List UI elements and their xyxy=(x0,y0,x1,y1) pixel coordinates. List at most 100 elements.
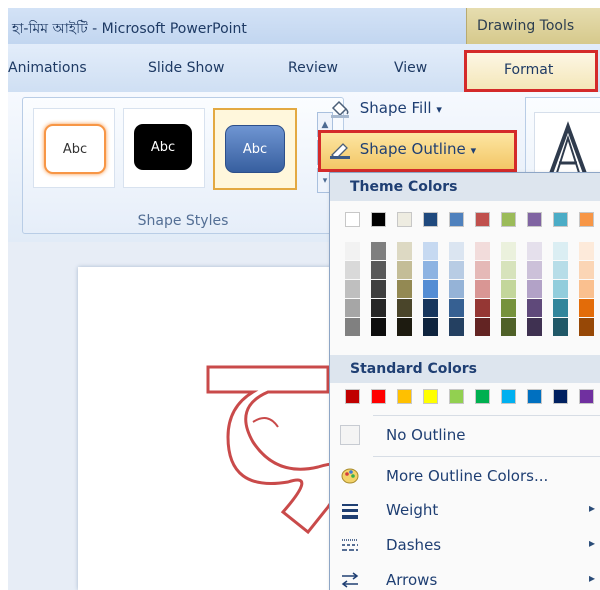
tab-format[interactable]: Format xyxy=(464,50,598,92)
shape-fill-button[interactable]: Shape Fill ▾ xyxy=(329,99,442,125)
theme-color-shade-swatch[interactable] xyxy=(449,299,464,317)
shape-fill-label: Shape Fill xyxy=(359,99,432,117)
theme-color-shade-swatch[interactable] xyxy=(345,318,360,336)
theme-color-swatch[interactable] xyxy=(371,212,386,227)
theme-color-shade-swatch[interactable] xyxy=(345,261,360,279)
standard-color-swatch[interactable] xyxy=(371,389,386,404)
theme-color-shade-swatch[interactable] xyxy=(423,299,438,317)
theme-color-shade-swatch[interactable] xyxy=(475,242,490,260)
theme-color-shade-swatch[interactable] xyxy=(371,261,386,279)
shape-outline-label: Shape Outline xyxy=(359,140,466,158)
standard-color-swatch[interactable] xyxy=(553,389,568,404)
theme-color-swatch[interactable] xyxy=(397,212,412,227)
standard-color-swatch[interactable] xyxy=(527,389,542,404)
dashes-item[interactable]: Dashes ▸ xyxy=(330,528,600,562)
shape-style-option-2[interactable]: Abc xyxy=(123,108,205,188)
shape-style-option-1[interactable]: Abc xyxy=(33,108,115,188)
shape-style-sample-1: Abc xyxy=(44,124,106,174)
standard-colors-heading: Standard Colors xyxy=(330,355,600,383)
tab-review[interactable]: Review xyxy=(288,60,338,76)
theme-color-shade-swatch[interactable] xyxy=(553,318,568,336)
shape-style-option-3[interactable]: Abc xyxy=(213,108,297,190)
theme-color-shade-swatch[interactable] xyxy=(527,299,542,317)
color-palette-icon xyxy=(341,468,359,484)
theme-color-shade-swatch[interactable] xyxy=(501,299,516,317)
theme-color-shade-swatch[interactable] xyxy=(475,261,490,279)
theme-color-swatch[interactable] xyxy=(579,212,594,227)
theme-color-shade-swatch[interactable] xyxy=(553,299,568,317)
theme-color-shade-swatch[interactable] xyxy=(449,280,464,298)
theme-color-shade-swatch[interactable] xyxy=(527,261,542,279)
theme-color-shade-swatch[interactable] xyxy=(553,242,568,260)
tab-view[interactable]: View xyxy=(394,60,427,76)
theme-color-shade-swatch[interactable] xyxy=(579,261,594,279)
weight-item[interactable]: Weight ▸ xyxy=(330,493,600,527)
theme-color-swatch[interactable] xyxy=(423,212,438,227)
theme-color-shade-swatch[interactable] xyxy=(527,318,542,336)
theme-color-shade-swatch[interactable] xyxy=(423,242,438,260)
powerpoint-window: হা-মিম আইটি - Microsoft PowerPoint Drawi… xyxy=(8,8,600,590)
theme-color-shade-swatch[interactable] xyxy=(449,318,464,336)
theme-color-shade-swatch[interactable] xyxy=(371,242,386,260)
theme-color-swatch[interactable] xyxy=(501,212,516,227)
theme-color-shade-swatch[interactable] xyxy=(345,242,360,260)
theme-color-swatch[interactable] xyxy=(527,212,542,227)
theme-color-shade-swatch[interactable] xyxy=(553,261,568,279)
theme-color-shade-swatch[interactable] xyxy=(397,242,412,260)
theme-color-shade-swatch[interactable] xyxy=(579,242,594,260)
shape-outline-menu: Theme Colors Standard Colors No Outline … xyxy=(329,172,600,590)
theme-color-shade-swatch[interactable] xyxy=(423,318,438,336)
theme-color-shade-swatch[interactable] xyxy=(579,318,594,336)
theme-color-shade-swatch[interactable] xyxy=(475,280,490,298)
theme-color-shade-swatch[interactable] xyxy=(475,299,490,317)
theme-color-shade-swatch[interactable] xyxy=(553,280,568,298)
drawing-tools-context-tab: Drawing Tools xyxy=(466,8,600,44)
theme-color-shade-swatch[interactable] xyxy=(345,280,360,298)
theme-color-swatch[interactable] xyxy=(345,212,360,227)
theme-color-shade-swatch[interactable] xyxy=(501,280,516,298)
standard-color-swatch[interactable] xyxy=(345,389,360,404)
standard-color-swatch[interactable] xyxy=(475,389,490,404)
theme-color-shade-swatch[interactable] xyxy=(449,261,464,279)
standard-color-swatch[interactable] xyxy=(449,389,464,404)
standard-color-swatch[interactable] xyxy=(579,389,594,404)
paint-bucket-icon xyxy=(331,100,349,118)
theme-color-shade-swatch[interactable] xyxy=(449,242,464,260)
theme-color-shade-swatch[interactable] xyxy=(371,299,386,317)
theme-color-swatch[interactable] xyxy=(449,212,464,227)
standard-color-swatch[interactable] xyxy=(501,389,516,404)
standard-color-swatch[interactable] xyxy=(423,389,438,404)
tab-slide-show[interactable]: Slide Show xyxy=(148,60,224,76)
theme-color-shade-swatch[interactable] xyxy=(501,242,516,260)
shape-outline-button[interactable]: Shape Outline ▾ xyxy=(318,130,517,172)
theme-color-shade-swatch[interactable] xyxy=(397,318,412,336)
arrows-item[interactable]: Arrows ▸ xyxy=(330,563,600,590)
theme-color-shade-swatch[interactable] xyxy=(397,261,412,279)
menu-separator xyxy=(373,415,600,416)
theme-color-shade-swatch[interactable] xyxy=(397,299,412,317)
theme-color-shade-swatch[interactable] xyxy=(345,299,360,317)
standard-color-swatch[interactable] xyxy=(397,389,412,404)
theme-color-shade-swatch[interactable] xyxy=(501,261,516,279)
theme-color-shade-swatch[interactable] xyxy=(423,280,438,298)
theme-color-shade-swatch[interactable] xyxy=(527,280,542,298)
theme-color-shade-swatch[interactable] xyxy=(371,280,386,298)
dash-style-icon xyxy=(342,539,358,551)
dashes-submenu-arrow-icon: ▸ xyxy=(588,536,595,550)
theme-color-shade-swatch[interactable] xyxy=(579,280,594,298)
more-outline-colors-label: More Outline Colors... xyxy=(386,467,549,485)
theme-color-shade-swatch[interactable] xyxy=(527,242,542,260)
more-outline-colors-item[interactable]: More Outline Colors... xyxy=(330,459,600,493)
theme-color-shade-swatch[interactable] xyxy=(475,318,490,336)
theme-color-shade-swatch[interactable] xyxy=(371,318,386,336)
tab-animations[interactable]: Animations xyxy=(8,60,87,76)
theme-color-swatch[interactable] xyxy=(475,212,490,227)
theme-color-shade-swatch[interactable] xyxy=(501,318,516,336)
no-outline-item[interactable]: No Outline xyxy=(330,418,600,452)
shape-style-sample-2: Abc xyxy=(134,124,192,170)
tab-format-label: Format xyxy=(504,62,554,78)
theme-color-swatch[interactable] xyxy=(553,212,568,227)
theme-color-shade-swatch[interactable] xyxy=(579,299,594,317)
theme-color-shade-swatch[interactable] xyxy=(423,261,438,279)
theme-color-shade-swatch[interactable] xyxy=(397,280,412,298)
